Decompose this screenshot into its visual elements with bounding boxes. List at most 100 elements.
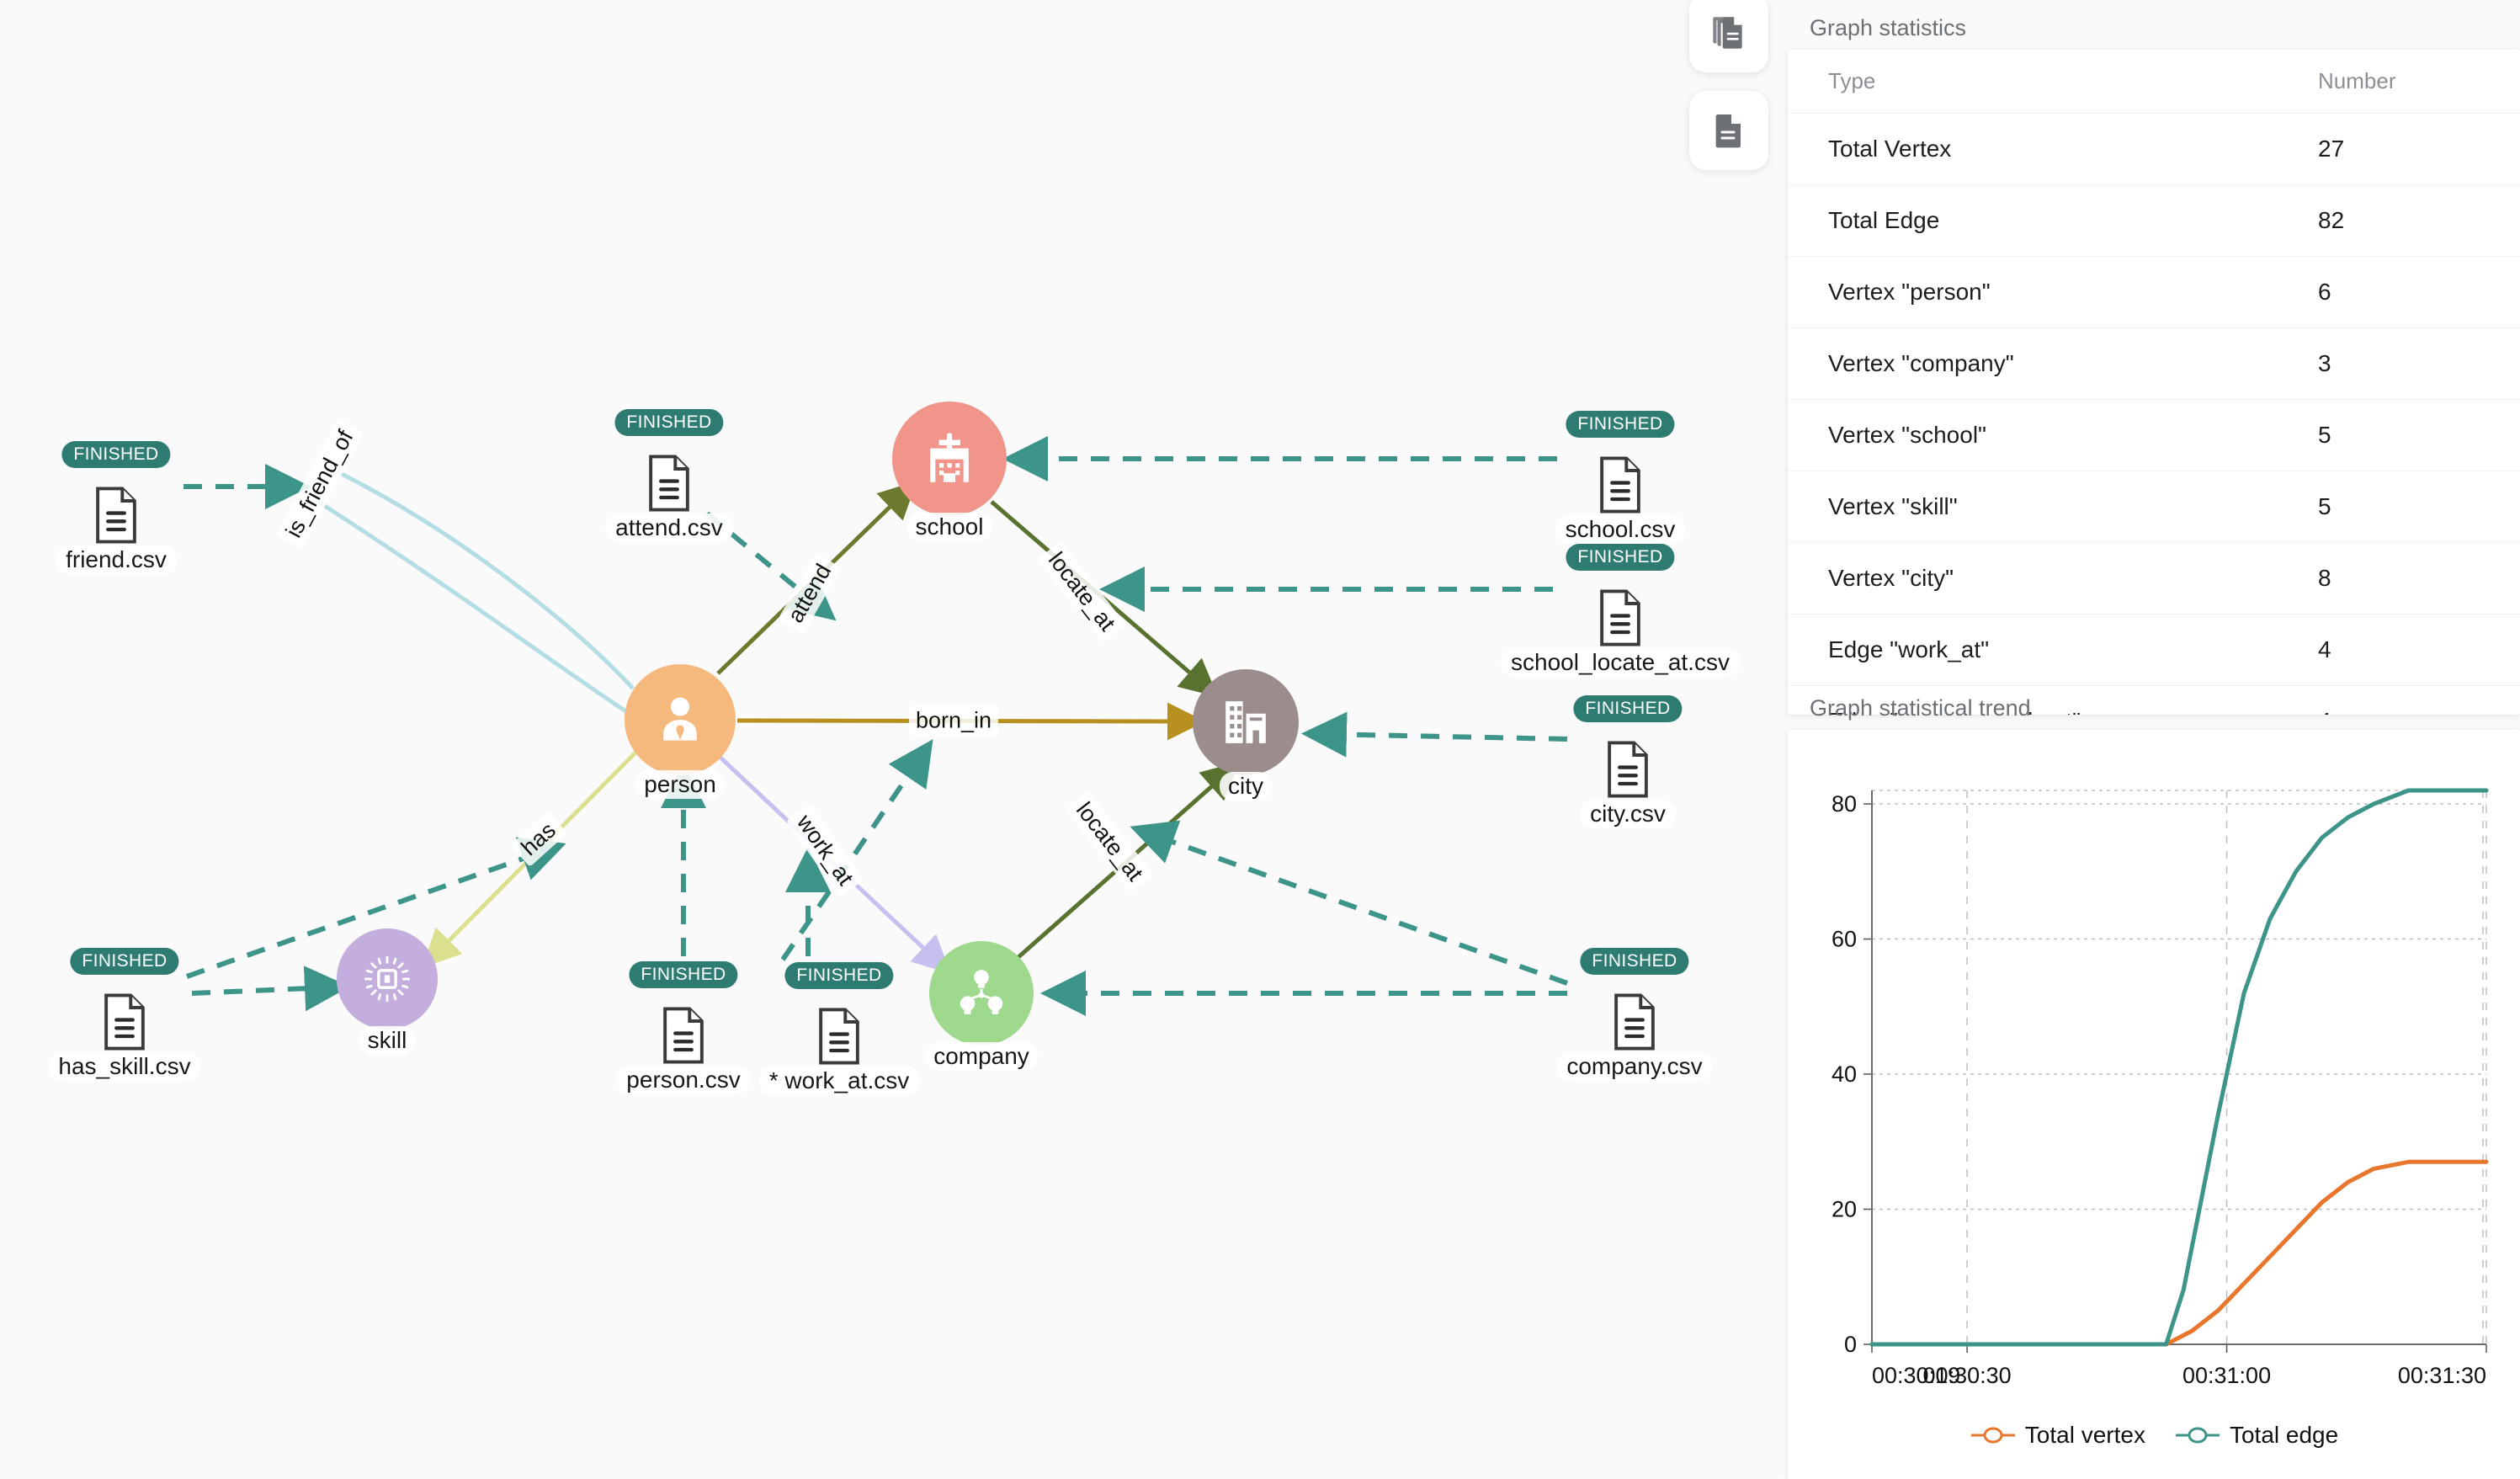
legend-item-total-vertex[interactable]: Total vertex — [1970, 1422, 2145, 1449]
status-badge: FINISHED — [1566, 411, 1675, 438]
trend-chart-card[interactable]: 0 20 40 60 80 00:30:19 00:30:30 00:31:00 00:31:3… — [1788, 730, 2520, 1479]
vertex-label-skill: skill — [359, 1026, 416, 1055]
table-row[interactable]: Vertex "city" 8 — [1788, 542, 2520, 614]
file-icon — [1595, 589, 1645, 651]
file-label: city.csv — [1580, 800, 1676, 828]
file-label: school_locate_at.csv — [1501, 648, 1740, 677]
column-header-number: Number — [2318, 68, 2396, 93]
legend-label-total-edge: Total edge — [2229, 1422, 2339, 1448]
column-header-type: Type — [1828, 68, 1876, 93]
cell-type: Vertex "person" — [1788, 256, 2318, 328]
svg-text:20: 20 — [1832, 1197, 1857, 1222]
file-icon — [1609, 993, 1660, 1055]
cell-number: 5 — [2318, 399, 2520, 471]
file-icon — [99, 993, 150, 1055]
status-badge: FINISHED — [784, 962, 894, 989]
skill-icon — [364, 955, 411, 1003]
vertex-node-school[interactable]: school — [892, 402, 1007, 541]
file-label: attend.csv — [605, 513, 733, 542]
status-badge: FINISHED — [1573, 695, 1683, 722]
svg-text:40: 40 — [1832, 1061, 1857, 1087]
file-label: person.csv — [616, 1066, 751, 1094]
status-badge: FINISHED — [1566, 544, 1675, 571]
graph-statistics-title: Graph statistics — [1810, 15, 1967, 40]
cell-number: 3 — [2318, 327, 2520, 400]
cell-type: Vertex "city" — [1788, 542, 2318, 614]
status-badge: FINISHED — [70, 948, 179, 975]
table-row[interactable]: Total Vertex 27 — [1788, 113, 2520, 185]
vertex-label-company: company — [925, 1042, 1038, 1071]
graph-statistics-card[interactable]: Type Number Total Vertex 27 Total Edge 82 … — [1788, 50, 2520, 715]
vertex-node-city[interactable]: city — [1193, 669, 1299, 801]
table-row[interactable]: Vertex "person" 6 — [1788, 256, 2520, 328]
chart-legend: Total vertex Total edge — [1788, 1422, 2520, 1449]
company-icon — [960, 970, 1003, 1014]
cell-type: Total Vertex — [1788, 113, 2318, 185]
svg-text:0: 0 — [1844, 1332, 1857, 1357]
status-badge: FINISHED — [61, 441, 171, 468]
graph-statistical-trend-panel: Graph statistical trend 0 20 40 60 80 00:30:1… — [1788, 690, 2520, 1479]
cell-type: Vertex "skill" — [1788, 471, 2318, 543]
edge-label-born-in: born_in — [908, 705, 999, 736]
graph-statistical-trend-title: Graph statistical trend — [1810, 695, 2031, 721]
file-icon — [1603, 741, 1653, 802]
file-label: * work_at.csv — [758, 1067, 920, 1095]
file-icon — [658, 1007, 709, 1068]
table-row[interactable]: Vertex "school" 5 — [1788, 399, 2520, 471]
cell-number: 27 — [2318, 113, 2520, 185]
graph-edges-layer — [183, 436, 1569, 1016]
file-label: company.csv — [1556, 1052, 1713, 1081]
graph-canvas[interactable]: school person city skill company FINISHE… — [0, 0, 1793, 1471]
school-icon — [930, 433, 969, 482]
vertex-label-city: city — [1220, 772, 1272, 801]
vertex-label-school: school — [906, 513, 992, 541]
legend-item-total-edge[interactable]: Total edge — [2174, 1422, 2338, 1449]
table-row[interactable]: Total Edge 82 — [1788, 184, 2520, 257]
file-label: school.csv — [1555, 515, 1686, 544]
cell-type: Total Edge — [1788, 184, 2318, 257]
file-icon — [91, 487, 141, 548]
multi-file-button[interactable] — [1689, 0, 1768, 72]
graph-statistics-table: Type Number Total Vertex 27 Total Edge 82 … — [1788, 50, 2520, 715]
city-icon — [1225, 701, 1266, 743]
multi-file-icon — [1713, 17, 1742, 49]
cell-number: 6 — [2318, 256, 2520, 328]
svg-text:80: 80 — [1832, 791, 1857, 817]
vertex-node-company[interactable]: company — [925, 941, 1038, 1071]
table-row[interactable]: Vertex "skill" 5 — [1788, 471, 2520, 543]
table-row[interactable]: Vertex "company" 3 — [1788, 327, 2520, 400]
chart-series-total-vertex — [1869, 1159, 2489, 1347]
person-icon — [663, 697, 697, 741]
svg-text:00:30:30: 00:30:30 — [1923, 1363, 2012, 1388]
single-file-button[interactable] — [1689, 91, 1768, 170]
vertex-node-person[interactable]: person — [625, 664, 736, 799]
file-label: has_skill.csv — [48, 1052, 201, 1081]
vertex-label-person: person — [635, 770, 725, 799]
table-header-row: Type Number — [1788, 50, 2520, 114]
cell-number: 4 — [2318, 614, 2520, 686]
trend-line-chart[interactable]: 02040608000:30:1900:30:30 00:31:00 00:31:3… — [1788, 730, 2520, 1479]
graph-statistics-panel: Graph statistics Type Number Total Verte… — [1788, 10, 2520, 715]
file-icon — [1595, 456, 1645, 518]
cell-type: Vertex "school" — [1788, 399, 2318, 471]
legend-label-total-vertex: Total vertex — [2024, 1422, 2145, 1448]
legend-marker-total-edge — [2175, 1427, 2220, 1444]
svg-text:00:31:30: 00:31:30 — [2398, 1363, 2486, 1388]
vertex-node-skill[interactable]: skill — [337, 928, 438, 1055]
file-label: friend.csv — [56, 545, 177, 574]
table-row[interactable]: Edge "work_at" 4 — [1788, 614, 2520, 686]
cell-number: 5 — [2318, 471, 2520, 543]
status-badge: FINISHED — [614, 409, 724, 436]
cell-type: Edge "work_at" — [1788, 614, 2318, 686]
single-file-icon — [1715, 114, 1741, 148]
legend-marker-total-vertex — [1970, 1427, 2015, 1444]
chart-series-total-edge — [1869, 788, 2489, 1347]
cell-type: Vertex "company" — [1788, 327, 2318, 400]
file-icon — [644, 455, 694, 516]
status-badge: FINISHED — [1580, 948, 1689, 975]
cell-number: 82 — [2318, 184, 2520, 257]
status-badge: FINISHED — [629, 961, 738, 988]
svg-text:00:31:00: 00:31:00 — [2182, 1363, 2271, 1388]
svg-text:60: 60 — [1832, 927, 1857, 952]
cell-number: 8 — [2318, 542, 2520, 614]
